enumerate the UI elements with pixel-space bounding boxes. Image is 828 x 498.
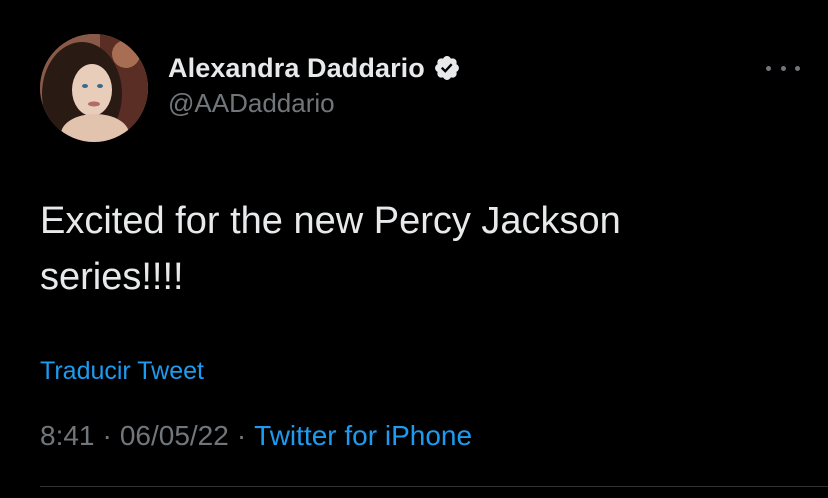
divider [40, 486, 828, 487]
more-dot [766, 65, 771, 71]
translate-tweet-link[interactable]: Traducir Tweet [40, 357, 204, 386]
more-dot [795, 65, 800, 71]
verified-badge-icon [434, 56, 459, 80]
tweet-source-link[interactable]: Twitter for iPhone [254, 420, 472, 452]
display-name-row: Alexandra Daddario [168, 50, 461, 86]
tweet-header: Alexandra Daddario @AADaddario [40, 34, 800, 144]
meta-separator: · [102, 420, 112, 451]
tweet-meta: 8:41 · 06/05/22 · Twitter for iPhone [40, 420, 472, 452]
avatar-image [40, 34, 148, 142]
meta-separator: · [236, 420, 247, 451]
tweet-date[interactable]: 06/05/22 [120, 420, 229, 452]
more-dot [780, 65, 786, 71]
author-handle[interactable]: @AADaddario [168, 88, 461, 119]
tweet-time[interactable]: 8:41 [40, 420, 95, 452]
tweet-text: Excited for the new Percy Jackson series… [40, 193, 800, 305]
display-name[interactable]: Alexandra Daddario [168, 53, 425, 84]
more-options-icon[interactable] [766, 60, 800, 76]
avatar[interactable] [40, 34, 148, 142]
tweet-text-line: series!!!! [40, 256, 184, 298]
author-names: Alexandra Daddario @AADaddario [168, 50, 461, 119]
tweet-text-line: Excited for the new Percy Jackson [40, 200, 621, 242]
